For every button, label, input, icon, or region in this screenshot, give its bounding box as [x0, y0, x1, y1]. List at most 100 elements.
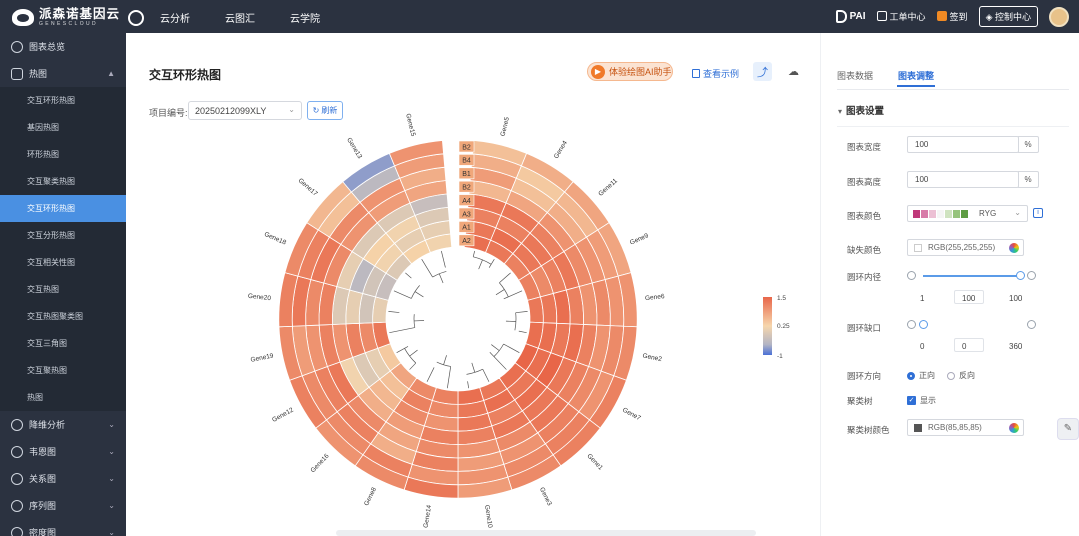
- relation-icon: [11, 472, 23, 485]
- sidebar-group[interactable]: 密度图 ⌄: [0, 519, 126, 536]
- gene-label: Gene16: [309, 452, 330, 474]
- sidebar-group[interactable]: 序列图 ⌄: [0, 492, 126, 519]
- gene-label: Gene18: [263, 231, 287, 247]
- inner-radius-min: 1: [920, 294, 925, 303]
- direction-label: 圆环方向: [847, 371, 882, 381]
- direction-reverse[interactable]: 反向: [947, 370, 975, 381]
- logo[interactable]: 派森诺基因云 GENESCLOUD: [12, 8, 145, 27]
- color-wheel-icon[interactable]: [1009, 423, 1019, 433]
- sidebar-subitem[interactable]: 交互聚类热图: [0, 168, 126, 195]
- nav-cloud-analysis[interactable]: 云分析: [160, 10, 190, 25]
- dimension-icon: [11, 418, 23, 431]
- gene-label: Gene15: [404, 113, 416, 138]
- width-unit: %: [1018, 136, 1039, 153]
- tab-chart-data[interactable]: 图表数据: [837, 69, 873, 82]
- gene-label: Gene7: [621, 407, 642, 423]
- gap-label: 圆环缺口: [847, 323, 882, 333]
- color-wheel-icon[interactable]: [1009, 243, 1019, 253]
- sidebar-subitem[interactable]: 交互相关性图: [0, 249, 126, 276]
- palette-swatch: [921, 210, 928, 218]
- sidebar-subitem[interactable]: 热图: [0, 384, 126, 411]
- pai-button[interactable]: PAI: [835, 10, 866, 23]
- sidebar: 图表总览 热图 ▲ 交互环形热图 基因热图 环形热图 交互聚类热图 交互环形热图 交互分形热图交…: [0, 33, 126, 536]
- sidebar-group-label: 序列图: [29, 501, 57, 511]
- section-title[interactable]: 图表设置: [838, 103, 884, 117]
- width-input[interactable]: 100: [907, 136, 1019, 153]
- palette-select[interactable]: RYG ⌄: [907, 205, 1028, 222]
- sidebar-item[interactable]: 图表总览: [0, 33, 126, 60]
- sidebar-group[interactable]: 降维分析 ⌄: [0, 411, 126, 438]
- inner-radius-value: 100: [962, 294, 976, 303]
- row-label: A4: [462, 198, 471, 205]
- main-content: 交互环形热图 ▶ 体验绘图AI助手 查看示例 ⤴ ☁ 项目编号: 2025021…: [126, 33, 820, 536]
- row-label: B1: [462, 171, 471, 178]
- gap-input[interactable]: [954, 338, 984, 352]
- sidebar-item[interactable]: 热图 ▲: [0, 60, 126, 87]
- sign-in-link[interactable]: 签到: [936, 10, 968, 23]
- avatar[interactable]: [1049, 6, 1069, 27]
- sidebar-subitem[interactable]: 交互环形热图: [0, 195, 126, 222]
- height-label: 图表高度: [847, 177, 882, 187]
- sidebar-subitem[interactable]: 交互聚热图: [0, 357, 126, 384]
- sidebar-item-label: 图表总览: [29, 42, 66, 52]
- sidebar-group[interactable]: 关系图 ⌄: [0, 465, 126, 492]
- gene-label: Gene19: [250, 352, 274, 363]
- radio-unchecked-icon: [947, 371, 955, 380]
- slider-min-icon: [907, 271, 916, 280]
- cluster-color-field[interactable]: RGB(85,85,85): [907, 419, 1024, 436]
- legend-label-min: -1: [777, 353, 783, 360]
- console-button[interactable]: ◈ 控制中心: [978, 6, 1038, 27]
- sidebar-subitem[interactable]: 交互分形热图: [0, 222, 126, 249]
- color-legend-bar: [763, 297, 772, 355]
- info-icon[interactable]: i: [1033, 208, 1043, 218]
- edit-icon[interactable]: ✎: [1057, 418, 1079, 440]
- ticket-center-link[interactable]: 工单中心: [876, 10, 926, 23]
- palette-swatch: [953, 210, 960, 218]
- sidebar-subitem[interactable]: 交互三角图: [0, 330, 126, 357]
- direction-reverse-label: 反向: [959, 371, 975, 380]
- badge-icon: [128, 9, 145, 26]
- gap-value: 0: [962, 342, 967, 351]
- nav-cloud-charts[interactable]: 云图汇: [225, 10, 255, 25]
- nav-cloud-academy[interactable]: 云学院: [290, 10, 320, 25]
- checkbox-icon: ✓: [907, 396, 916, 405]
- sidebar-subitem[interactable]: 交互热图聚类图: [0, 303, 126, 330]
- height-input[interactable]: 100: [907, 171, 1019, 188]
- gene-label: Gene4: [553, 139, 569, 160]
- gene-label: Gene17: [297, 177, 319, 198]
- sidebar-group[interactable]: 韦恩图 ⌄: [0, 438, 126, 465]
- sidebar-subitem[interactable]: 交互热图: [0, 276, 126, 303]
- legend-label-mid: 0.25: [777, 323, 790, 330]
- sequence-icon: [11, 499, 23, 512]
- ticket-label: 工单中心: [889, 12, 926, 22]
- pai-icon: [835, 10, 847, 23]
- settings-panel: 图表数据 图表调整 图表设置 图表宽度 100 % 图表高度 100 % 图表颜…: [820, 33, 1079, 536]
- tab-chart-adjust[interactable]: 图表调整: [897, 69, 936, 87]
- gene-label: Gene10: [483, 505, 493, 529]
- gene-label: Gene3: [538, 486, 553, 507]
- palette-swatch: [961, 210, 968, 218]
- cluster-show-label: 显示: [920, 396, 936, 405]
- sidebar-subitem[interactable]: 基因热图: [0, 114, 126, 141]
- cluster-checkbox[interactable]: ✓ 显示: [907, 395, 936, 406]
- sign-label: 签到: [949, 12, 968, 22]
- sidebar-subitem[interactable]: 交互环形热图: [0, 87, 126, 114]
- missing-color-field[interactable]: RGB(255,255,255): [907, 239, 1024, 256]
- sidebar-subitem[interactable]: 环形热图: [0, 141, 126, 168]
- horizontal-scrollbar[interactable]: [336, 530, 756, 536]
- inner-radius-handle[interactable]: [1016, 271, 1025, 280]
- row-label: A2: [462, 238, 471, 245]
- inner-radius-slider[interactable]: [923, 275, 1019, 277]
- calendar-icon: [936, 11, 947, 21]
- heatmap-cell: [527, 296, 544, 324]
- chevron-down-icon: ⌄: [108, 420, 115, 429]
- cluster-label: 聚类树: [847, 396, 873, 406]
- gene-label: Gene8: [363, 486, 378, 507]
- tab-divider: [837, 89, 1069, 90]
- gene-label: Gene2: [642, 352, 663, 363]
- color-swatch: [914, 424, 922, 432]
- palette-name: RYG: [979, 209, 997, 218]
- direction-forward[interactable]: 正向: [907, 370, 935, 381]
- sidebar-group-label: 降维分析: [29, 420, 66, 430]
- gap-handle[interactable]: [919, 320, 928, 329]
